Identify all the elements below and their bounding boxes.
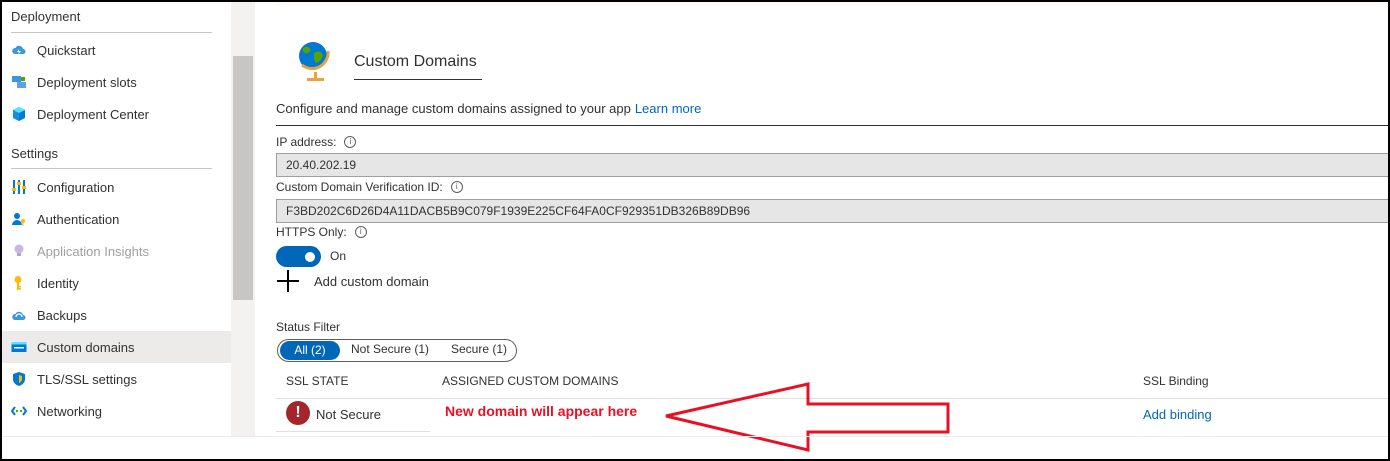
column-header-ssl-binding[interactable]: SSL Binding <box>1143 374 1209 388</box>
sidebar-item-deployment-center[interactable]: Deployment Center <box>2 98 231 130</box>
ssl-state-cell: Not Secure <box>316 407 382 422</box>
column-header-assigned-domains[interactable]: ASSIGNED CUSTOM DOMAINS <box>442 374 618 388</box>
sidebar-item-configuration[interactable]: Configuration <box>2 171 231 203</box>
sidebar-item-application-insights[interactable]: Application Insights <box>2 235 231 267</box>
error-icon: ! <box>286 401 310 425</box>
user-key-icon <box>11 211 27 227</box>
sidebar-item-label: Networking <box>37 403 103 419</box>
www-icon <box>11 339 27 355</box>
sidebar-item-authentication[interactable]: Authentication <box>2 203 231 235</box>
slots-icon <box>11 74 27 90</box>
shield-icon <box>11 371 27 387</box>
label-text: Custom Domain Verification ID: <box>276 180 443 194</box>
info-icon[interactable]: i <box>344 136 357 148</box>
verification-id-label: Custom Domain Verification ID: i <box>276 180 463 194</box>
divider <box>11 32 212 33</box>
column-header-ssl-state[interactable]: SSL STATE <box>286 374 348 388</box>
section-title-deployment: Deployment <box>11 9 81 24</box>
filter-secure[interactable]: Secure (1) <box>451 342 507 356</box>
filter-not-secure[interactable]: Not Secure (1) <box>351 342 429 356</box>
ip-address-label: IP address: i <box>276 135 357 149</box>
sidebar-item-custom-domains[interactable]: Custom domains <box>2 331 231 363</box>
sidebar-item-label: Backups <box>37 307 87 323</box>
sidebar-item-label: Deployment slots <box>37 74 137 90</box>
plus-icon[interactable] <box>277 270 299 292</box>
cloud-backup-icon <box>11 307 27 323</box>
page-description: Configure and manage custom domains assi… <box>276 101 701 116</box>
sidebar-item-label: Configuration <box>37 179 115 195</box>
sidebar-item-networking[interactable]: Networking <box>2 395 231 427</box>
cloud-lightning-icon <box>11 42 27 58</box>
add-binding-link[interactable]: Add binding <box>1143 407 1212 422</box>
sidebar-item-tls-ssl-settings[interactable]: TLS/SSL settings <box>2 363 231 395</box>
divider <box>276 125 1388 126</box>
sidebar-item-label: Custom domains <box>37 339 135 355</box>
filter-all[interactable]: All (2) <box>280 341 340 360</box>
page-title: Custom Domains <box>354 53 477 70</box>
bottom-border <box>2 436 1390 437</box>
network-icon <box>11 403 27 419</box>
lightbulb-icon <box>11 243 27 259</box>
title-underline <box>354 79 482 80</box>
label-text: IP address: <box>276 135 337 149</box>
sidebar-item-label: Application Insights <box>37 243 150 259</box>
sidebar-item-label: Quickstart <box>37 42 96 58</box>
section-title-settings: Settings <box>11 146 58 161</box>
annotation-text: New domain will appear here <box>445 403 638 419</box>
status-filter-label: Status Filter <box>276 320 341 334</box>
sidebar-item-deployment-slots[interactable]: Deployment slots <box>2 66 231 98</box>
table-row-divider <box>276 431 430 432</box>
label-text: HTTPS Only: <box>276 225 347 239</box>
sliders-icon <box>11 179 27 195</box>
https-only-state: On <box>330 249 347 263</box>
key-icon <box>11 275 27 291</box>
add-custom-domain-button[interactable]: Add custom domain <box>314 274 429 289</box>
sidebar-item-label: TLS/SSL settings <box>37 371 137 387</box>
verification-id-field[interactable]: F3BD202C6D26D4A11DACB5B9C079F1939E225CF6… <box>276 199 1388 223</box>
sidebar-scrollbar-thumb[interactable] <box>233 56 253 300</box>
sidebar-item-label: Identity <box>37 275 79 291</box>
ip-address-field[interactable]: 20.40.202.19 <box>276 153 1388 177</box>
globe-icon <box>294 39 334 88</box>
https-only-label: HTTPS Only: i <box>276 225 367 239</box>
toggle-knob <box>305 251 315 262</box>
top-strip <box>276 0 1388 5</box>
sidebar-nav: Deployment Quickstart Deployment slots D… <box>2 0 231 436</box>
cube-icon <box>11 106 27 122</box>
divider <box>11 168 212 169</box>
https-only-toggle[interactable] <box>276 246 321 267</box>
description-text: Configure and manage custom domains assi… <box>276 101 631 116</box>
sidebar-item-identity[interactable]: Identity <box>2 267 231 299</box>
sidebar-item-backups[interactable]: Backups <box>2 299 231 331</box>
annotation-arrow <box>665 382 950 452</box>
sidebar-item-label: Deployment Center <box>37 106 149 122</box>
info-icon[interactable]: i <box>354 226 367 238</box>
sidebar-item-quickstart[interactable]: Quickstart <box>2 34 231 66</box>
info-icon[interactable]: i <box>450 181 463 193</box>
sidebar-item-label: Authentication <box>37 211 120 227</box>
learn-more-link[interactable]: Learn more <box>635 101 701 116</box>
